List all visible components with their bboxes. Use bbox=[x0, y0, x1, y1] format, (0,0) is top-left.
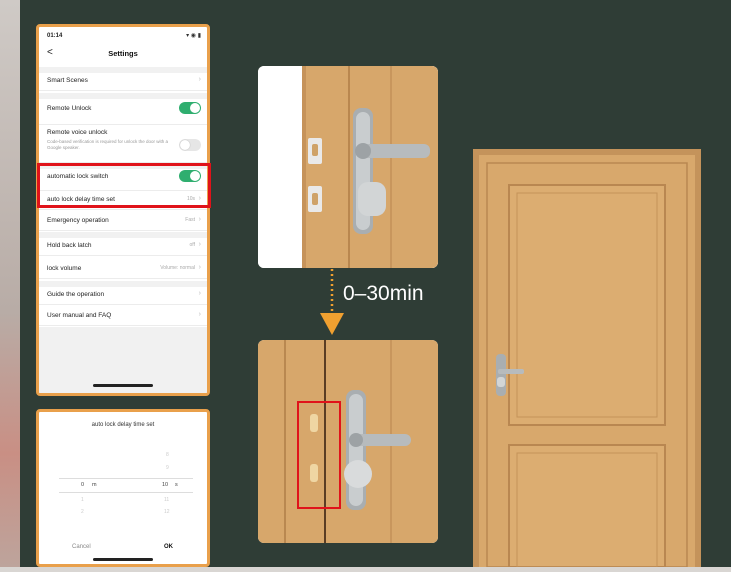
section-gap bbox=[39, 93, 207, 99]
toggle-knob bbox=[180, 140, 190, 150]
remote-voice-unlock-toggle[interactable] bbox=[179, 139, 201, 151]
picker-minutes-unit: m bbox=[92, 482, 97, 488]
row-label: lock volume bbox=[47, 265, 82, 272]
row-label: Emergency operation bbox=[47, 217, 109, 224]
toggle-knob bbox=[190, 103, 200, 113]
chevron-right-icon: › bbox=[198, 264, 201, 271]
full-door-illustration bbox=[473, 149, 701, 568]
row-description: Code-based verification is required for … bbox=[47, 139, 169, 150]
row-value: off bbox=[189, 242, 195, 248]
door-closed-graphic bbox=[258, 340, 438, 543]
home-indicator bbox=[93, 558, 153, 561]
chevron-right-icon: › bbox=[198, 216, 201, 223]
chevron-right-icon: › bbox=[198, 311, 201, 318]
picker-seconds-unit: s bbox=[175, 482, 178, 488]
chevron-right-icon: › bbox=[198, 241, 201, 248]
picker-selection-line bbox=[59, 478, 193, 479]
section-gap bbox=[39, 67, 207, 73]
row-value: Fast bbox=[185, 217, 195, 223]
row-guide-operation[interactable]: Guide the operation › bbox=[39, 290, 207, 305]
row-value: Volume: normal bbox=[160, 265, 195, 271]
door-open-graphic bbox=[258, 66, 438, 268]
full-door-graphic bbox=[473, 149, 701, 568]
cancel-button[interactable]: Cancel bbox=[72, 544, 91, 550]
chevron-right-icon: › bbox=[198, 290, 201, 297]
picker-selection-line bbox=[59, 492, 193, 493]
row-label: Smart Scenes bbox=[47, 77, 88, 84]
ok-button[interactable]: OK bbox=[164, 544, 173, 550]
picker-seconds-value[interactable]: 10 bbox=[162, 482, 168, 488]
door-open-illustration bbox=[258, 66, 438, 268]
picker-option[interactable]: 9 bbox=[166, 465, 169, 471]
row-label: Remote Unlock bbox=[47, 105, 92, 112]
row-user-manual[interactable]: User manual and FAQ › bbox=[39, 311, 207, 326]
row-lock-volume[interactable]: lock volume Volume: normal › bbox=[39, 264, 207, 279]
picker-minutes-value[interactable]: 0 bbox=[81, 482, 84, 488]
home-indicator bbox=[93, 384, 153, 387]
page-title: Settings bbox=[108, 49, 138, 58]
row-remote-unlock: Remote Unlock bbox=[39, 102, 207, 125]
row-label: Hold back latch bbox=[47, 242, 92, 249]
status-time: 01:14 bbox=[47, 33, 63, 39]
picker-option[interactable]: 12 bbox=[164, 509, 170, 515]
time-picker-screen: auto lock delay time set 8 9 0 m 10 s 1 … bbox=[36, 409, 210, 567]
row-label: Remote voice unlock bbox=[47, 129, 108, 136]
status-icons: ▾ ◉ ▮ bbox=[186, 33, 201, 39]
picker-option[interactable]: 11 bbox=[164, 497, 169, 503]
section-gap bbox=[39, 232, 207, 238]
row-hold-back-latch[interactable]: Hold back latch off › bbox=[39, 241, 207, 256]
row-label: Guide the operation bbox=[47, 291, 105, 298]
row-emergency-operation[interactable]: Emergency operation Fast › bbox=[39, 216, 207, 231]
remote-unlock-toggle[interactable] bbox=[179, 102, 201, 114]
auto-lock-highlight-box bbox=[37, 163, 211, 208]
row-remote-voice-unlock: Remote voice unlock Code-based verificat… bbox=[39, 129, 207, 163]
nav-bar: < Settings bbox=[39, 45, 207, 63]
row-label: User manual and FAQ bbox=[47, 312, 112, 319]
picker-title: auto lock delay time set bbox=[91, 422, 155, 428]
door-closed-illustration bbox=[258, 340, 438, 543]
chevron-right-icon: › bbox=[198, 76, 201, 83]
picker-option[interactable]: 1 bbox=[81, 497, 84, 503]
section-gap bbox=[39, 281, 207, 287]
settings-phone-screen: 01:14 ▾ ◉ ▮ < Settings Smart Scenes › Re… bbox=[36, 24, 210, 396]
picker-option[interactable]: 8 bbox=[166, 452, 169, 458]
delay-range-label: 0–30min bbox=[343, 282, 424, 305]
row-smart-scenes[interactable]: Smart Scenes › bbox=[39, 76, 207, 91]
picker-option[interactable]: 2 bbox=[81, 509, 84, 515]
